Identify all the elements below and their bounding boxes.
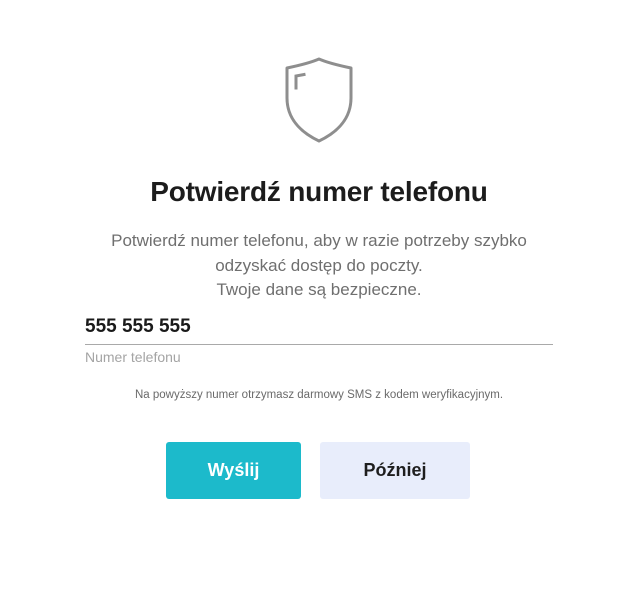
description-line: Potwierdź numer telefonu, aby w razie po… xyxy=(111,231,527,250)
phone-number-label: Numer telefonu xyxy=(85,349,181,365)
phone-number-input[interactable] xyxy=(85,310,553,345)
verify-phone-dialog: Potwierdź numer telefonu Potwierdź numer… xyxy=(0,0,638,592)
shield-icon xyxy=(283,57,355,145)
description-line: Twoje dane są bezpieczne. xyxy=(216,280,422,299)
dialog-description: Potwierdź numer telefonu, aby w razie po… xyxy=(60,229,578,303)
description-line: odzyskać dostęp do poczty. xyxy=(215,255,423,275)
later-button[interactable]: Później xyxy=(320,442,470,499)
sms-info-text: Na powyższy numer otrzymasz darmowy SMS … xyxy=(134,389,504,401)
send-button[interactable]: Wyślij xyxy=(166,442,301,499)
dialog-title: Potwierdź numer telefonu xyxy=(150,176,488,207)
